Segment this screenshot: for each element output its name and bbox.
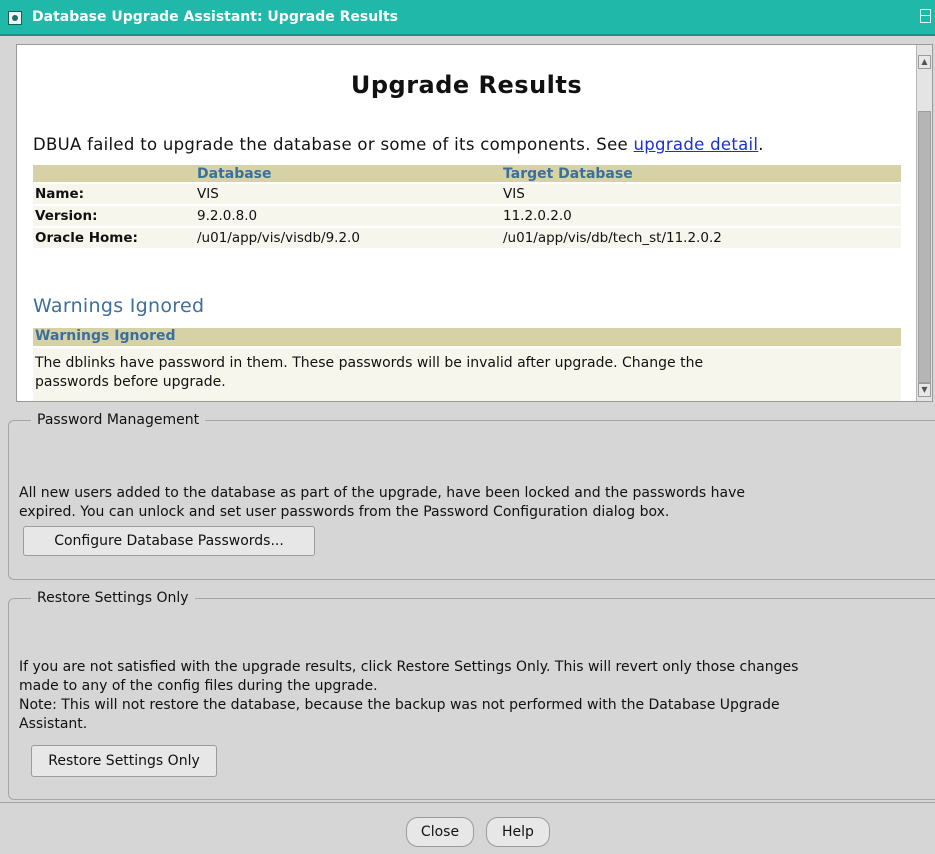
restore-settings-group: Restore Settings Only If you are not sat… [8, 590, 935, 800]
text-line: Assistant. [19, 716, 88, 732]
row-label: Name: [33, 184, 195, 204]
results-panel: Upgrade Results DBUA failed to upgrade t… [16, 44, 933, 402]
row-label: Version: [33, 206, 195, 226]
scroll-thumb[interactable] [918, 111, 931, 383]
password-management-text: All new users added to the database as p… [19, 484, 745, 522]
title-bar: Database Upgrade Assistant: Upgrade Resu… [0, 0, 935, 36]
table-header-row: Database Target Database [33, 165, 901, 182]
close-button[interactable]: Close [406, 817, 474, 847]
window-menu-icon[interactable] [8, 11, 22, 25]
warnings-body: The dblinks have password in them. These… [33, 348, 901, 401]
warnings-title: Warnings Ignored [33, 295, 205, 317]
upgrade-detail-link[interactable]: upgrade detail [634, 135, 759, 154]
results-heading: Upgrade Results [350, 71, 583, 99]
configure-database-passwords-button[interactable]: Configure Database Passwords... [23, 526, 315, 556]
results-summary: DBUA failed to upgrade the database or s… [33, 135, 764, 154]
table-row: Version: 9.2.0.8.0 11.2.0.2.0 [33, 206, 901, 226]
footer-divider [0, 802, 935, 803]
text-line: made to any of the config files during t… [19, 678, 378, 694]
database-info-table: Database Target Database Name: VIS VIS V… [33, 163, 901, 250]
text-line: If you are not satisfied with the upgrad… [19, 659, 799, 675]
target-value: /u01/app/vis/db/tech_st/11.2.0.2 [501, 228, 901, 248]
password-management-legend: Password Management [37, 412, 200, 428]
restore-settings-legend: Restore Settings Only [37, 590, 189, 606]
warnings-line: The dblinks have password in them. These… [35, 355, 704, 371]
warnings-line: passwords before upgrade. [35, 374, 226, 390]
restore-window-icon[interactable] [920, 9, 931, 23]
window-title: Database Upgrade Assistant: Upgrade Resu… [32, 9, 398, 25]
target-value: VIS [501, 184, 901, 204]
restore-settings-only-button[interactable]: Restore Settings Only [31, 745, 217, 777]
database-value: 9.2.0.8.0 [195, 206, 501, 226]
target-value: 11.2.0.2.0 [501, 206, 901, 226]
column-header [33, 165, 195, 182]
scroll-down-arrow-icon[interactable]: ▼ [918, 383, 931, 397]
dialog-footer: Close Help [0, 802, 935, 854]
results-content: Upgrade Results DBUA failed to upgrade t… [17, 45, 916, 401]
password-management-group: Password Management All new users added … [8, 412, 935, 580]
database-value: /u01/app/vis/visdb/9.2.0 [195, 228, 501, 248]
text-line: expired. You can unlock and set user pas… [19, 504, 670, 520]
database-value: VIS [195, 184, 501, 204]
row-label: Oracle Home: [33, 228, 195, 248]
table-row: Oracle Home: /u01/app/vis/visdb/9.2.0 /u… [33, 228, 901, 248]
warnings-header: Warnings Ignored [33, 328, 901, 346]
table-row: Name: VIS VIS [33, 184, 901, 204]
scroll-up-arrow-icon[interactable]: ▲ [918, 55, 931, 69]
help-button[interactable]: Help [486, 817, 550, 847]
vertical-scrollbar[interactable]: ▲ ▼ [916, 45, 932, 401]
text-line: All new users added to the database as p… [19, 485, 746, 501]
column-header-target-database: Target Database [501, 165, 901, 182]
summary-text: DBUA failed to upgrade the database or s… [33, 135, 634, 154]
text-line: Note: This will not restore the database… [19, 697, 780, 713]
summary-end: . [758, 135, 764, 154]
column-header-database: Database [195, 165, 501, 182]
restore-settings-text: If you are not satisfied with the upgrad… [19, 658, 798, 734]
